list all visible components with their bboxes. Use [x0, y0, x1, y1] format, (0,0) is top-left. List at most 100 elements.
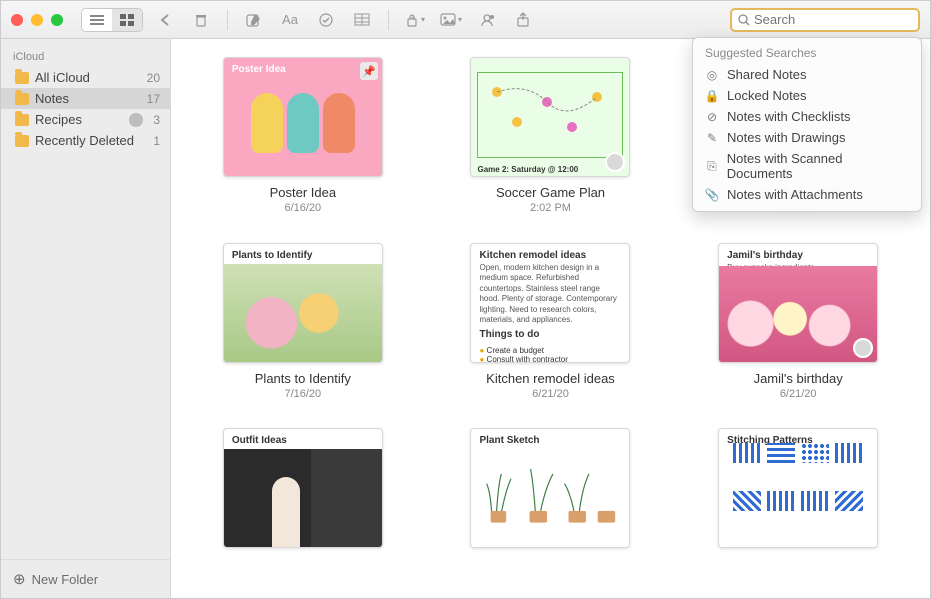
- note-card[interactable]: Kitchen remodel ideas Open, modern kitch…: [447, 243, 655, 400]
- shared-badge-icon: [129, 113, 143, 127]
- compose-button[interactable]: [240, 9, 268, 31]
- note-date: 6/21/20: [694, 388, 902, 400]
- note-title: Jamil's birthday: [694, 371, 902, 386]
- suggested-label: Shared Notes: [727, 67, 807, 82]
- thumbnail-footer: Game 2: Saturday @ 12:00: [477, 165, 578, 174]
- thumbnail-title: Jamil's birthday: [719, 244, 877, 263]
- note-date: 7/16/20: [199, 388, 407, 400]
- thumbnail-title: Poster Idea: [224, 58, 382, 77]
- folder-icon: [15, 114, 29, 126]
- note-date: 6/21/20: [447, 388, 655, 400]
- suggested-label: Notes with Attachments: [727, 187, 863, 202]
- sidebar-item-count: 3: [153, 113, 160, 127]
- back-button[interactable]: [151, 9, 179, 31]
- thumbnail-list-header: Things to do: [471, 325, 629, 342]
- thumbnail-title: Kitchen remodel ideas: [471, 244, 629, 263]
- note-thumbnail: Poster Idea 📌: [223, 57, 383, 177]
- people-icon: ◎: [705, 68, 719, 82]
- window-controls: [11, 14, 63, 26]
- checklist-button[interactable]: [312, 9, 340, 31]
- new-folder-button[interactable]: ⊕ New Folder: [1, 559, 170, 598]
- sidebar-item-all-icloud[interactable]: All iCloud 20: [1, 67, 170, 88]
- titlebar: Aa ▾ ▾ Suggested Searches ◎ Shared Notes…: [1, 1, 930, 39]
- suggested-shared-notes[interactable]: ◎ Shared Notes: [693, 64, 921, 85]
- note-thumbnail: Plant Sketch: [470, 428, 630, 548]
- lock-button[interactable]: ▾: [401, 9, 429, 31]
- note-date: 6/16/20: [199, 202, 407, 214]
- view-toggle: [81, 8, 143, 32]
- folder-icon: [15, 93, 29, 105]
- note-card[interactable]: Stitching Patterns: [694, 428, 902, 548]
- search-input[interactable]: [754, 12, 912, 27]
- sidebar-item-count: 17: [147, 92, 160, 106]
- note-card[interactable]: Plants to Identify Plants to Identify 7/…: [199, 243, 407, 400]
- scan-icon: ⎘: [705, 159, 719, 173]
- note-card[interactable]: Outfit Ideas: [199, 428, 407, 548]
- toolbar-separator: [388, 10, 389, 30]
- suggested-drawings[interactable]: ✎ Notes with Drawings: [693, 127, 921, 148]
- suggested-checklists[interactable]: ⊘ Notes with Checklists: [693, 106, 921, 127]
- format-button[interactable]: Aa: [276, 9, 304, 31]
- suggested-scanned[interactable]: ⎘ Notes with Scanned Documents: [693, 148, 921, 184]
- new-folder-label: New Folder: [32, 572, 98, 587]
- suggested-label: Notes with Drawings: [727, 130, 846, 145]
- note-thumbnail: Game 2: Saturday @ 12:00: [470, 57, 630, 177]
- sidebar-item-label: Recently Deleted: [35, 133, 134, 148]
- thumbnail-title: Plants to Identify: [224, 244, 382, 263]
- note-thumbnail: Jamil's birthday Buy cupcake ingredients: [718, 243, 878, 363]
- suggested-label: Notes with Scanned Documents: [727, 151, 909, 181]
- minimize-window-button[interactable]: [31, 14, 43, 26]
- sidebar: iCloud All iCloud 20 Notes 17 Recipes 3 …: [1, 39, 171, 598]
- suggested-locked-notes[interactable]: 🔒 Locked Notes: [693, 85, 921, 106]
- suggested-searches-popover: Suggested Searches ◎ Shared Notes 🔒 Lock…: [692, 37, 922, 212]
- thumbnail-title: Outfit Ideas: [224, 429, 382, 448]
- note-thumbnail: Stitching Patterns: [718, 428, 878, 548]
- sidebar-item-label: All iCloud: [35, 70, 90, 85]
- sidebar-item-count: 1: [153, 134, 160, 148]
- note-title: Poster Idea: [199, 185, 407, 200]
- note-thumbnail: Kitchen remodel ideas Open, modern kitch…: [470, 243, 630, 363]
- search-icon: [738, 14, 750, 26]
- note-card[interactable]: Game 2: Saturday @ 12:00 Soccer Game Pla…: [447, 57, 655, 215]
- sidebar-item-notes[interactable]: Notes 17: [1, 88, 170, 109]
- thumbnail-body: Open, modern kitchen design in a medium …: [471, 263, 629, 325]
- media-button[interactable]: ▾: [437, 9, 465, 31]
- grid-view-button[interactable]: [112, 9, 142, 31]
- pin-icon[interactable]: 📌: [360, 62, 378, 80]
- sidebar-item-count: 20: [147, 71, 160, 85]
- note-card[interactable]: Jamil's birthday Buy cupcake ingredients…: [694, 243, 902, 400]
- checklist-icon: ⊘: [705, 110, 719, 124]
- note-title: Soccer Game Plan: [447, 185, 655, 200]
- suggested-searches-header: Suggested Searches: [693, 44, 921, 64]
- delete-button[interactable]: [187, 9, 215, 31]
- table-button[interactable]: [348, 9, 376, 31]
- note-card[interactable]: Poster Idea 📌 Poster Idea 6/16/20: [199, 57, 407, 215]
- collaborate-button[interactable]: [473, 9, 501, 31]
- close-window-button[interactable]: [11, 14, 23, 26]
- note-card[interactable]: Plant Sketch: [447, 428, 655, 548]
- attachment-icon: 📎: [705, 188, 719, 202]
- sidebar-item-recently-deleted[interactable]: Recently Deleted 1: [1, 130, 170, 151]
- suggested-label: Locked Notes: [727, 88, 807, 103]
- thumbnail-list-item: Consult with contractor: [479, 355, 621, 363]
- toolbar-separator: [227, 10, 228, 30]
- sidebar-item-label: Recipes: [35, 112, 82, 127]
- sidebar-item-label: Notes: [35, 91, 69, 106]
- thumbnail-list-item: Create a budget: [479, 346, 621, 355]
- search-container: [730, 8, 920, 32]
- share-button[interactable]: [509, 9, 537, 31]
- list-view-button[interactable]: [82, 9, 112, 31]
- folder-icon: [15, 135, 29, 147]
- suggested-attachments[interactable]: 📎 Notes with Attachments: [693, 184, 921, 205]
- drawing-icon: ✎: [705, 131, 719, 145]
- search-field[interactable]: [730, 8, 920, 32]
- note-date: 2:02 PM: [447, 202, 655, 214]
- note-thumbnail: Outfit Ideas: [223, 428, 383, 548]
- zoom-window-button[interactable]: [51, 14, 63, 26]
- suggested-label: Notes with Checklists: [727, 109, 851, 124]
- sidebar-section-header: iCloud: [1, 47, 170, 67]
- note-title: Kitchen remodel ideas: [447, 371, 655, 386]
- sidebar-item-recipes[interactable]: Recipes 3: [1, 109, 170, 130]
- app-window: Aa ▾ ▾ Suggested Searches ◎ Shared Notes…: [0, 0, 931, 599]
- plus-icon: ⊕: [13, 570, 26, 588]
